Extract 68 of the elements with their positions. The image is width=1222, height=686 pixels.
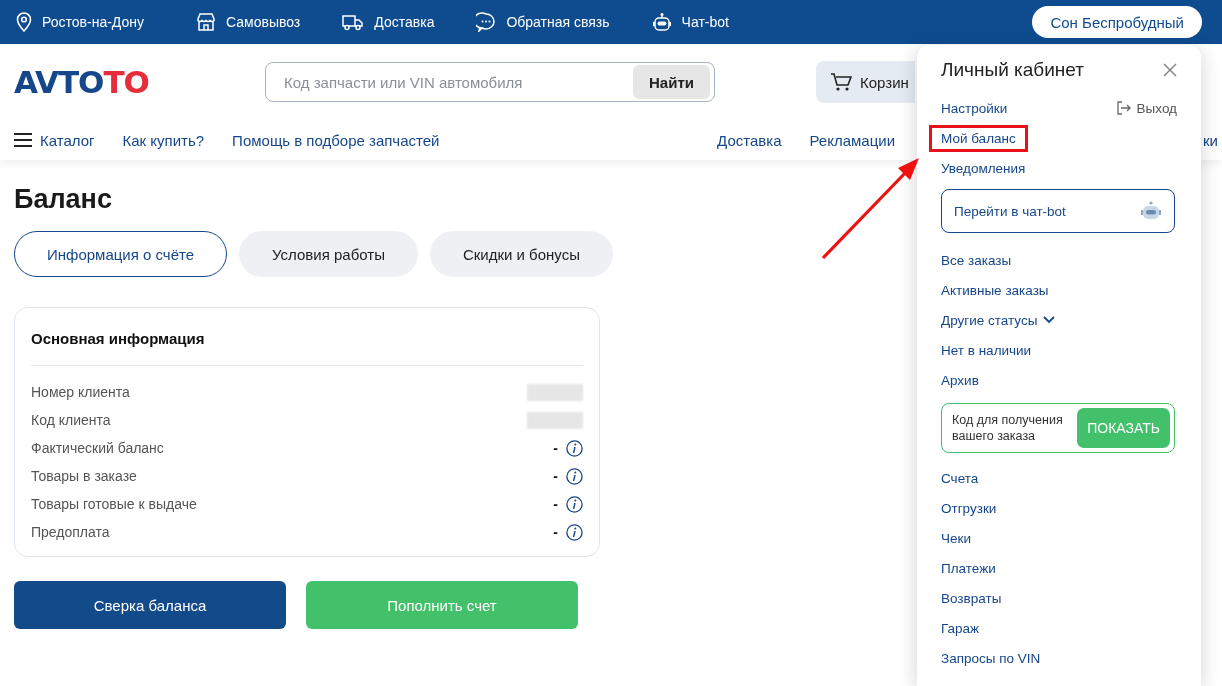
- menu-link[interactable]: Возвраты: [941, 590, 1002, 606]
- top-link[interactable]: Чат-bot: [681, 14, 729, 30]
- info-value: -: [553, 496, 558, 512]
- chat-bubble-icon: [476, 12, 497, 32]
- cart-button[interactable]: Корзин: [816, 61, 915, 103]
- shop-icon: [196, 12, 216, 32]
- top-link[interactable]: Доставка: [374, 14, 435, 30]
- info-value: -: [553, 524, 558, 540]
- menu-link[interactable]: Архив: [941, 372, 979, 388]
- menu-link[interactable]: Платежи: [941, 560, 996, 576]
- info-value: -: [553, 440, 558, 456]
- search-field[interactable]: Код запчасти или VIN автомобиля Найти: [265, 62, 715, 102]
- info-icon[interactable]: [566, 523, 583, 541]
- tab[interactable]: Условия работы: [239, 231, 418, 277]
- chevron-icon: [1043, 316, 1056, 324]
- menu-link[interactable]: Нет в наличии: [941, 342, 1032, 358]
- close-icon[interactable]: [1163, 63, 1177, 77]
- nav-link[interactable]: Помощь в подборе запчастей: [232, 131, 440, 149]
- info-label: Предоплата: [31, 524, 111, 540]
- tab[interactable]: Информация о счёте: [14, 231, 228, 277]
- highlighted-menu-link[interactable]: Мой баланс: [929, 124, 1028, 152]
- info-label: Товары в заказе: [31, 468, 138, 484]
- nav-link[interactable]: Как купить?: [122, 131, 205, 149]
- pickup-code-text: Код для получения вашего заказа: [952, 412, 1064, 444]
- menu-link[interactable]: Активные заказы: [941, 282, 1049, 298]
- robot-icon: [651, 12, 672, 32]
- info-label: Фактический баланс: [31, 440, 165, 456]
- menu-link[interactable]: Запросы по VIN: [941, 650, 1041, 666]
- menu-link[interactable]: Все заказы: [941, 252, 1012, 268]
- search-button[interactable]: Найти: [633, 65, 710, 99]
- nav-link[interactable]: Рекламации: [809, 131, 896, 149]
- chat-bot-button[interactable]: Перейти в чат-bot: [941, 189, 1175, 233]
- menu-link[interactable]: Отгрузки: [941, 500, 997, 516]
- tab[interactable]: Скидки и бонусы: [429, 231, 613, 277]
- location-pin-icon: [16, 12, 32, 32]
- menu-link[interactable]: Счета: [941, 470, 979, 486]
- nav-link[interactable]: ки: [1203, 131, 1218, 149]
- nav-link[interactable]: Доставка: [717, 131, 782, 149]
- info-icon[interactable]: [566, 495, 583, 513]
- top-link[interactable]: Обратная связь: [506, 14, 610, 30]
- info-icon[interactable]: [566, 439, 583, 457]
- info-value: -: [553, 468, 558, 484]
- menu-link[interactable]: Чеки: [941, 530, 971, 546]
- menu-icon: [14, 133, 32, 147]
- status-dropdown[interactable]: Другие статусы: [941, 312, 1056, 328]
- info-label: Код клиента: [31, 412, 112, 428]
- logout-link[interactable]: Выход: [1136, 100, 1177, 116]
- robot-icon: [1140, 200, 1162, 222]
- card-title: Основная информация: [31, 308, 583, 366]
- menu-link[interactable]: Уведомления: [941, 160, 1026, 176]
- user-button[interactable]: Сон Беспробудный: [1032, 6, 1202, 38]
- info-icon[interactable]: [566, 467, 583, 485]
- action-button[interactable]: Сверка баланса: [14, 581, 286, 629]
- menu-link[interactable]: Гараж: [941, 620, 980, 636]
- city-link[interactable]: Ростов-на-Дону: [42, 14, 144, 30]
- info-label: Номер клиента: [31, 384, 131, 400]
- logout-icon: [1115, 101, 1131, 115]
- top-link[interactable]: Самовывоз: [226, 14, 301, 30]
- blurred-value: [527, 411, 583, 429]
- truck-icon: [342, 13, 365, 31]
- info-label: Товары готовые к выдаче: [31, 496, 198, 512]
- cart-icon: [830, 72, 852, 92]
- logo[interactable]: AVTOTO: [14, 64, 265, 100]
- page-title: Баланс: [14, 184, 112, 215]
- popup-title: Личный кабинет: [941, 59, 1084, 81]
- menu-link[interactable]: Настройки: [941, 100, 1008, 116]
- catalog-link[interactable]: Каталог: [40, 131, 95, 149]
- blurred-value: [527, 383, 583, 401]
